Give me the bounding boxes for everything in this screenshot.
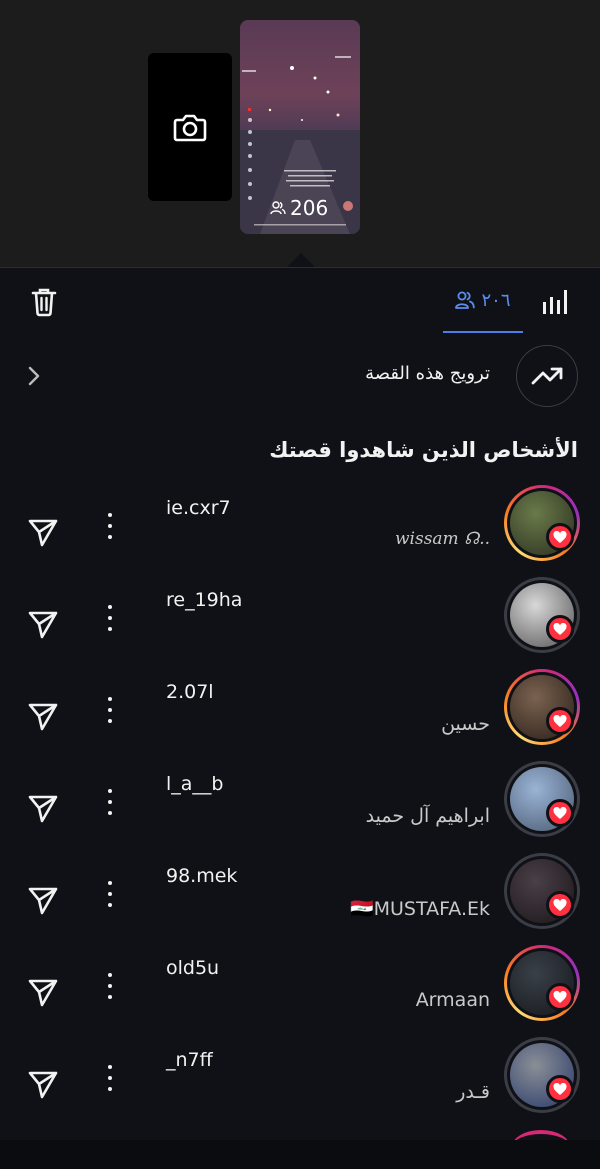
more-vertical-icon[interactable]	[100, 879, 120, 909]
viewer-toolbar: ٢٠٦	[0, 268, 600, 334]
more-vertical-icon[interactable]	[100, 695, 120, 725]
viewer-username[interactable]: _n7ff	[166, 1049, 213, 1071]
avatar[interactable]	[504, 853, 580, 929]
story-preview-area: 206	[0, 0, 600, 268]
heart-icon	[546, 799, 574, 827]
list-item[interactable]: re_19ha	[0, 577, 600, 681]
more-vertical-icon[interactable]	[100, 787, 120, 817]
send-icon[interactable]	[26, 607, 60, 645]
avatar[interactable]	[504, 669, 580, 745]
tab-viewers[interactable]: ٢٠٦	[443, 268, 523, 332]
trending-up-icon	[531, 367, 563, 385]
viewer-fullname: قـدر	[456, 1081, 490, 1103]
trash-icon	[31, 288, 57, 317]
viewers-icon	[270, 201, 286, 215]
send-icon[interactable]	[26, 1067, 60, 1105]
heart-icon	[546, 983, 574, 1011]
list-item[interactable]: old5u Armaan	[0, 945, 600, 1049]
viewer-username[interactable]: 98.mek	[166, 865, 237, 887]
more-vertical-icon[interactable]	[100, 603, 120, 633]
system-navigation-bar	[0, 1140, 600, 1169]
viewer-fullname: 🇮🇶MUSTAFA.Ek	[349, 898, 490, 920]
avatar[interactable]	[504, 945, 580, 1021]
more-vertical-icon[interactable]	[100, 971, 120, 1001]
list-item[interactable]: ie.cxr7 ..☊ wissam	[0, 485, 600, 589]
viewer-fullname: ..☊ wissam	[394, 529, 490, 549]
viewer-username[interactable]: l_a__b	[166, 773, 223, 795]
more-vertical-icon[interactable]	[100, 511, 120, 541]
list-item[interactable]: 98.mek 🇮🇶MUSTAFA.Ek	[0, 853, 600, 957]
avatar[interactable]	[504, 761, 580, 837]
viewer-username[interactable]: ie.cxr7	[166, 497, 231, 519]
viewer-fullname: ابراهيم آل حميد	[365, 805, 490, 827]
promote-story-label: ترويج هذه القصة	[365, 363, 490, 384]
tab-viewers-count: ٢٠٦	[481, 289, 511, 311]
list-item[interactable]: _n7ff قـدر	[0, 1037, 600, 1141]
send-icon[interactable]	[26, 791, 60, 829]
promote-story-row[interactable]: ترويج هذه القصة	[0, 345, 600, 407]
more-vertical-icon[interactable]	[100, 1063, 120, 1093]
delete-story-button[interactable]	[28, 286, 60, 322]
viewers-section-title: الأشخاص الذين شاهدوا قصتك	[269, 438, 578, 462]
chevron-left-icon	[24, 364, 42, 392]
send-icon[interactable]	[26, 975, 60, 1013]
story-view-count: 206	[270, 196, 328, 220]
viewer-username[interactable]: 2.07l	[166, 681, 214, 703]
viewer-username[interactable]: re_19ha	[166, 589, 242, 611]
avatar[interactable]	[504, 1037, 580, 1113]
insights-icon	[543, 290, 567, 314]
avatar[interactable]	[504, 577, 580, 653]
avatar[interactable]	[504, 485, 580, 561]
tab-active-indicator	[443, 331, 523, 333]
send-icon[interactable]	[26, 883, 60, 921]
viewer-username[interactable]: old5u	[166, 957, 219, 979]
promote-story-button[interactable]	[516, 345, 578, 407]
add-story-camera-tile[interactable]	[148, 53, 232, 201]
heart-icon	[546, 1075, 574, 1103]
viewer-fullname: حسين	[441, 713, 490, 735]
viewers-icon	[455, 291, 476, 309]
list-item[interactable]: l_a__b ابراهيم آل حميد	[0, 761, 600, 865]
tab-insights[interactable]	[540, 288, 570, 320]
preview-pointer	[286, 253, 316, 268]
heart-icon	[546, 523, 574, 551]
viewer-fullname: Armaan	[415, 989, 490, 1011]
heart-icon	[546, 615, 574, 643]
list-item[interactable]: 2.07l حسين	[0, 669, 600, 773]
send-icon[interactable]	[26, 699, 60, 737]
heart-icon	[546, 707, 574, 735]
story-thumbnail[interactable]: 206	[240, 20, 360, 234]
story-view-count-value: 206	[290, 196, 329, 220]
heart-icon	[546, 891, 574, 919]
send-icon[interactable]	[26, 515, 60, 553]
camera-icon	[173, 114, 207, 142]
